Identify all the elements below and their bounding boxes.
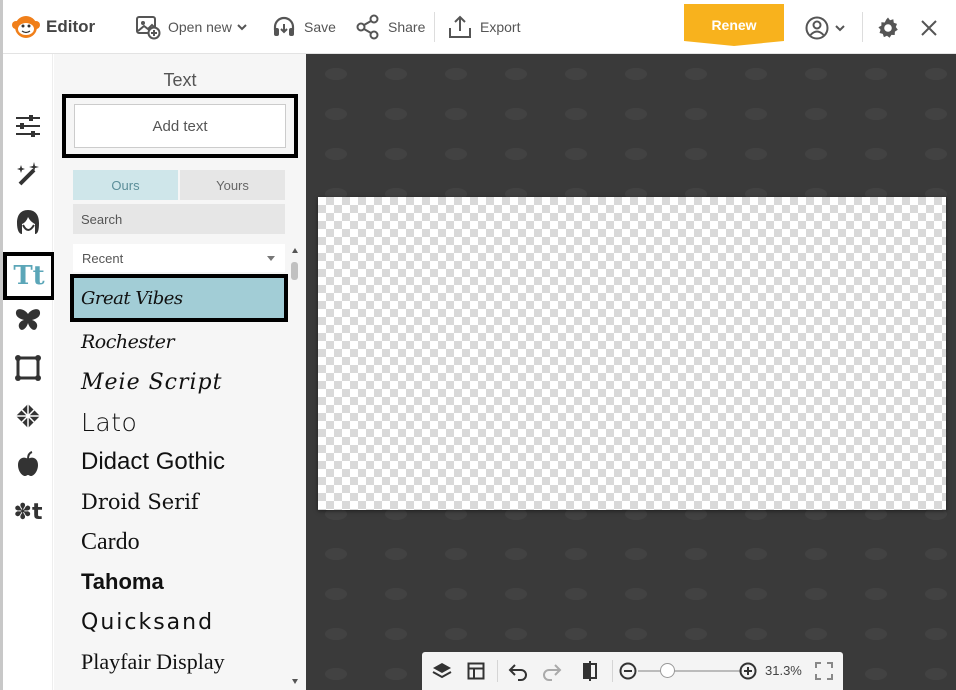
caret-down-icon [267,256,275,261]
settings-button[interactable] [874,14,902,42]
chevron-down-icon [835,25,845,32]
grid-button[interactable] [464,659,488,683]
apple-icon [18,451,38,476]
close-icon [921,20,937,36]
rail-item-stock[interactable]: ✽t [6,490,50,534]
scroll-down-icon[interactable] [292,679,298,684]
font-list-scrollbar[interactable] [289,244,301,690]
export-label: Export [480,19,521,35]
tab-ours[interactable]: Ours [73,170,178,200]
font-item-playfair-display[interactable]: Playfair Display [70,642,288,682]
font-filter-value: Recent [82,250,124,266]
zoom-in-button[interactable] [736,659,760,683]
zoom-value: 31.3% [765,663,802,678]
tab-yours[interactable]: Yours [180,170,285,200]
bottom-divider [497,660,498,682]
close-button[interactable] [916,14,942,42]
share-icon [356,14,379,40]
rail-item-text[interactable]: Tt [3,252,55,300]
font-item-great-vibes[interactable]: Great Vibes [70,274,288,322]
open-new-label: Open new [168,19,232,35]
app-title: Editor [46,17,96,36]
image-add-icon [136,16,161,40]
font-item-tahoma[interactable]: Tahoma [70,562,288,602]
bottom-toolbar: 31.3% [422,652,843,690]
font-item-cardo[interactable]: Cardo [70,522,288,562]
fullscreen-icon [815,662,833,680]
rail-item-effects[interactable] [6,152,50,196]
sliders-icon [16,115,40,137]
font-list: Great Vibes Rochester Meie Script Lato D… [70,274,288,690]
share-label: Share [388,19,426,35]
compare-button[interactable] [578,659,602,683]
font-item-rochester[interactable]: Rochester [70,322,288,362]
undo-button[interactable] [506,659,530,683]
rail-item-stickers[interactable] [6,298,50,342]
redo-icon [543,664,562,681]
rail-item-adjust[interactable] [6,104,50,148]
frame-icon [15,355,41,381]
rail-item-retouch[interactable] [6,200,50,244]
butterfly-icon [15,309,41,330]
zoom-slider-knob[interactable] [659,663,675,678]
transparent-canvas[interactable] [318,197,946,510]
renew-button[interactable]: Renew [684,4,784,46]
rail-item-templates[interactable] [6,442,50,486]
save-button[interactable]: Save [271,12,336,42]
save-label: Save [304,19,336,35]
rail-item-frames[interactable] [6,346,50,390]
upload-icon [449,15,471,38]
toolbar-divider [434,12,435,42]
headphones-save-icon [273,16,295,36]
panel-title: Text [163,70,197,90]
toolbar-divider [862,12,863,42]
font-item-didact-gothic[interactable]: Didact Gothic [70,442,288,482]
font-item-quicksand[interactable]: Quicksand [70,602,288,642]
text-panel: Text Add text Ours Yours Recent Great Vi… [54,54,306,690]
compare-icon [583,661,597,681]
zoom-slider-track[interactable] [638,670,742,672]
chevron-down-icon [237,24,247,31]
layers-icon [432,663,452,679]
scroll-up-icon[interactable] [292,248,298,253]
layers-button[interactable] [430,659,454,683]
account-menu-button[interactable] [803,14,847,42]
gear-icon [878,17,898,38]
tumblr-icon: ✽t [13,499,43,525]
redo-button[interactable] [540,659,564,683]
export-button[interactable]: Export [447,12,520,42]
grid-icon [467,662,485,680]
zoom-out-button[interactable] [616,659,640,683]
open-new-button[interactable]: Open new [135,12,255,42]
zoom-out-icon [619,662,637,680]
rail-item-textures[interactable] [6,394,50,438]
tool-rail: Tt ✽t [3,54,55,690]
zoom-in-icon [739,662,757,680]
add-text-highlight: Add text [62,94,298,158]
undo-icon [508,664,527,681]
font-search-input[interactable] [73,204,285,234]
font-source-tabs: Ours Yours [73,170,285,200]
magic-wand-icon [17,162,39,186]
scroll-thumb[interactable] [291,262,298,280]
bottom-divider [612,660,613,682]
app-logo[interactable]: Editor [12,14,95,40]
workspace [306,54,956,690]
font-item-lato[interactable]: Lato [70,402,288,442]
face-retouch-icon [17,210,39,234]
text-icon: Tt [13,261,45,291]
share-button[interactable]: Share [355,12,425,42]
font-filter-select[interactable]: Recent [73,244,285,272]
font-item-droid-serif[interactable]: Droid Serif [70,482,288,522]
fullscreen-button[interactable] [812,659,836,683]
monkey-logo-icon [12,16,40,38]
font-item-meie-script[interactable]: Meie Script [70,362,288,402]
texture-pattern-icon [16,404,40,428]
user-avatar-icon [805,16,829,40]
add-text-button[interactable]: Add text [74,104,286,148]
top-toolbar: Editor Open new Save Share Export Renew [0,0,956,690]
